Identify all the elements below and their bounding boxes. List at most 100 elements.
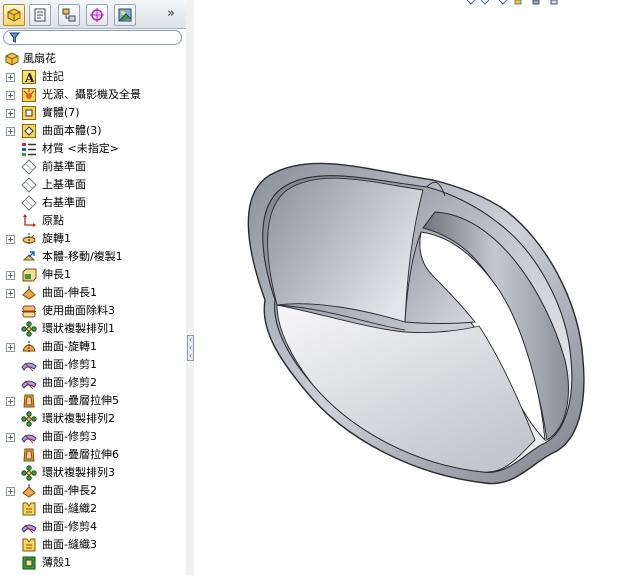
- tree-item[interactable]: 環狀複製排列1: [0, 320, 186, 338]
- panel-splitter[interactable]: [186, 0, 194, 575]
- more-tabs-button[interactable]: »: [167, 6, 175, 21]
- tree-item[interactable]: + 曲面-伸長2: [0, 482, 186, 500]
- tree-item[interactable]: + 光源、攝影機及全景: [0, 86, 186, 104]
- tree-item-label: 環狀複製排列1: [42, 322, 115, 335]
- tree-item[interactable]: 曲面-修剪2: [0, 374, 186, 392]
- tree-item[interactable]: 本體-移動/複製1: [0, 248, 186, 266]
- tree-item[interactable]: + 伸長1: [0, 266, 186, 284]
- tree-root-part[interactable]: 風扇花: [0, 50, 186, 68]
- tree-item[interactable]: 前基準面: [0, 158, 186, 176]
- circular-pattern-icon: [21, 321, 37, 337]
- tree-item-label: 曲面-伸長2: [42, 484, 97, 497]
- tree-item[interactable]: 環狀複製排列3: [0, 464, 186, 482]
- expand-toggle[interactable]: +: [6, 487, 15, 496]
- expand-toggle[interactable]: +: [6, 343, 15, 352]
- feature-tree: 風扇花 + A 註記 + 光源、攝影機及全景 + 實體(7) + 曲面本體(3) 材質 <未指定>…: [0, 50, 186, 572]
- surface-trim-icon: [21, 429, 37, 445]
- tree-item-label: 環狀複製排列3: [42, 466, 115, 479]
- annotation-icon: A: [21, 69, 37, 85]
- tree-item-label: 材質 <未指定>: [42, 142, 119, 155]
- origin-icon: [21, 213, 37, 229]
- configuration-manager-icon: [62, 8, 76, 22]
- fan-flower-model: [247, 162, 585, 485]
- tree-item[interactable]: + 曲面-旋轉1: [0, 338, 186, 356]
- tree-item[interactable]: + 實體(7): [0, 104, 186, 122]
- tree-item-label: 曲面-疊層拉伸6: [42, 448, 119, 461]
- display-manager-icon: [118, 8, 132, 22]
- tree-item[interactable]: 原點: [0, 212, 186, 230]
- configuration-manager-tab[interactable]: [58, 4, 80, 26]
- tree-item-label: 上基準面: [42, 178, 86, 191]
- surface-extrude-icon: [21, 483, 37, 499]
- feature-manager-panel: » 風扇花 + A 註記 + 光源、攝影機及全景 + 實體(7) + 曲面本體(3) 材質 <未指…: [0, 0, 187, 575]
- tree-item[interactable]: + 曲面-伸長1: [0, 284, 186, 302]
- expand-toggle[interactable]: +: [6, 127, 15, 136]
- tree-item-label: 註記: [42, 70, 64, 83]
- material-icon: [21, 141, 37, 157]
- dimxpert-tab[interactable]: [86, 4, 108, 26]
- tree-item[interactable]: 上基準面: [0, 176, 186, 194]
- property-manager-icon: [34, 8, 46, 22]
- tree-item-label: 本體-移動/複製1: [42, 250, 123, 263]
- expand-toggle[interactable]: +: [6, 397, 15, 406]
- plane-icon: [21, 177, 37, 193]
- plane-icon: [21, 195, 37, 211]
- extrude-icon: [21, 267, 37, 283]
- expand-toggle[interactable]: +: [6, 271, 15, 280]
- tree-item[interactable]: + 曲面-疊層拉伸5: [0, 392, 186, 410]
- tree-item-label: 實體(7): [42, 106, 80, 119]
- tree-item-label: 使用曲面除料3: [42, 304, 115, 317]
- tree-filter-field[interactable]: [3, 30, 182, 45]
- surface-knit-icon: [21, 537, 37, 553]
- tree-item[interactable]: 環狀複製排列2: [0, 410, 186, 428]
- expand-toggle[interactable]: +: [6, 289, 15, 298]
- tree-item[interactable]: 薄殼1: [0, 554, 186, 572]
- tree-item-label: 光源、攝影機及全景: [42, 88, 141, 101]
- svg-text:A: A: [24, 71, 35, 85]
- expand-toggle[interactable]: +: [6, 235, 15, 244]
- expand-toggle[interactable]: +: [6, 109, 15, 118]
- tree-item[interactable]: 使用曲面除料3: [0, 302, 186, 320]
- surface-trim-icon: [21, 519, 37, 535]
- tree-item[interactable]: 曲面-修剪4: [0, 518, 186, 536]
- view-toolbar-edge[interactable]: [455, 0, 635, 6]
- expand-toggle[interactable]: +: [6, 91, 15, 100]
- tree-item-label: 曲面-縫織2: [42, 502, 97, 515]
- expand-toggle[interactable]: +: [6, 73, 15, 82]
- tree-root-label: 風扇花: [23, 52, 56, 65]
- move-copy-icon: [21, 249, 37, 265]
- graphics-viewport[interactable]: [195, 0, 635, 575]
- tree-item-label: 旋轉1: [42, 232, 71, 245]
- tree-item-label: 原點: [42, 214, 64, 227]
- tree-item[interactable]: 材質 <未指定>: [0, 140, 186, 158]
- lights-icon: [21, 87, 37, 103]
- tree-item[interactable]: + 曲面本體(3): [0, 122, 186, 140]
- tree-item[interactable]: 曲面-縫織2: [0, 500, 186, 518]
- display-manager-tab[interactable]: [114, 4, 136, 26]
- tree-item-label: 右基準面: [42, 196, 86, 209]
- tree-item[interactable]: 曲面-修剪1: [0, 356, 186, 374]
- tree-item-label: 前基準面: [42, 160, 86, 173]
- circular-pattern-icon: [21, 411, 37, 427]
- property-manager-tab[interactable]: [29, 4, 51, 26]
- feature-manager-tab[interactable]: [3, 4, 25, 26]
- panel-collapse-handle[interactable]: ‹ ‹ ‹: [187, 335, 194, 361]
- tree-item-label: 曲面-修剪4: [42, 520, 97, 533]
- tree-item-label: 曲面-疊層拉伸5: [42, 394, 119, 407]
- plane-icon: [21, 159, 37, 175]
- manager-tabs: »: [0, 0, 186, 29]
- tree-item[interactable]: 右基準面: [0, 194, 186, 212]
- surface-extrude-icon: [21, 285, 37, 301]
- revolve-icon: [21, 231, 37, 247]
- tree-item[interactable]: + 旋轉1: [0, 230, 186, 248]
- filter-icon: [9, 32, 20, 43]
- tree-item-label: 曲面-修剪2: [42, 376, 97, 389]
- tree-item-label: 伸長1: [42, 268, 71, 281]
- model-view: [247, 162, 585, 485]
- expand-toggle[interactable]: +: [6, 433, 15, 442]
- tree-item[interactable]: + A 註記: [0, 68, 186, 86]
- tree-item-label: 曲面-伸長1: [42, 286, 97, 299]
- tree-item[interactable]: 曲面-縫織3: [0, 536, 186, 554]
- tree-item[interactable]: + 曲面-修剪3: [0, 428, 186, 446]
- tree-item[interactable]: 曲面-疊層拉伸6: [0, 446, 186, 464]
